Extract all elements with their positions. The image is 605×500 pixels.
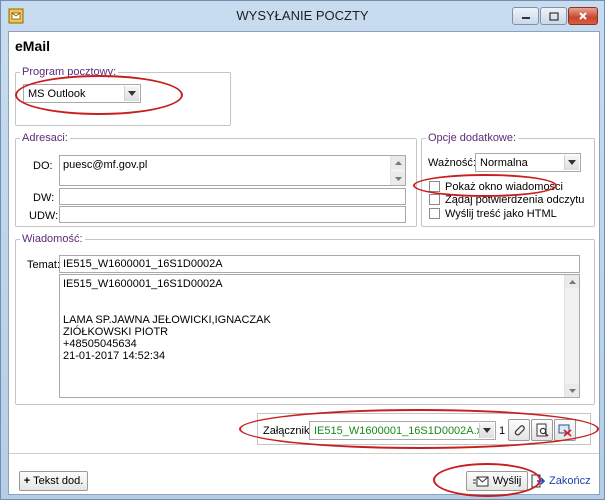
page-title: eMail	[15, 38, 51, 54]
chevron-down-icon	[564, 155, 579, 170]
priority-label: Ważność:	[428, 157, 476, 169]
extra-text-label: Tekst dod.	[33, 475, 84, 487]
attachments-value: IE515_W1600001_16S1D0002A.xml	[314, 425, 494, 437]
send-html-option[interactable]: Wyślij treść jako HTML	[429, 208, 589, 221]
message-legend: Wiadomość:	[22, 233, 83, 245]
attach-file-button[interactable]	[508, 419, 530, 441]
subject-label: Temat:	[27, 259, 61, 271]
to-scrollbar[interactable]	[390, 156, 405, 185]
priority-value: Normalna	[480, 157, 528, 169]
bcc-field[interactable]	[59, 206, 406, 223]
close-icon	[579, 12, 587, 20]
attachments-select[interactable]: IE515_W1600001_16S1D0002A.xml	[309, 421, 496, 440]
attachments-count: 1	[499, 425, 506, 437]
delete-attachment-icon	[558, 424, 572, 437]
close-button[interactable]	[568, 7, 598, 25]
finish-label: Zakończ	[549, 475, 591, 487]
recipients-legend: Adresaci:	[22, 132, 68, 144]
scroll-down-icon[interactable]	[391, 172, 405, 185]
chevron-down-icon	[124, 86, 139, 101]
read-receipt-label: Żądaj potwierdzenia odczytu	[445, 194, 585, 206]
divider	[9, 453, 599, 454]
to-label: DO:	[33, 160, 53, 172]
body-scrollbar[interactable]	[564, 275, 579, 397]
paperclip-icon	[514, 425, 525, 436]
body-line	[63, 290, 271, 302]
show-window-label: Pokaż okno wiadomości	[445, 181, 564, 193]
scroll-down-icon[interactable]	[565, 384, 579, 397]
body-line: ZIÓŁKOWSKI PIOTR	[63, 326, 169, 338]
to-field[interactable]: puesc@mf.gov.pl	[59, 155, 406, 186]
body-line	[63, 302, 271, 314]
title-bar: WYSYŁANIE POCZTY	[1, 1, 604, 31]
read-receipt-option[interactable]: Żądaj potwierdzenia odczytu	[429, 194, 589, 207]
message-body[interactable]: IE515_W1600001_16S1D0002A LAMA SP.JAWNA …	[59, 274, 580, 398]
dialog-body: eMail Program pocztowy: MS Outlook Adres…	[8, 31, 600, 497]
body-line: 21-01-2017 14:52:34	[63, 350, 166, 362]
mail-window: WYSYŁANIE POCZTY eMail Program pocztowy:…	[0, 0, 605, 500]
subject-field[interactable]: IE515_W1600001_16S1D0002A	[59, 255, 580, 273]
send-button[interactable]: Wyślij	[466, 471, 528, 491]
send-mail-icon	[472, 476, 489, 486]
maximize-icon	[548, 11, 559, 21]
show-window-checkbox[interactable]	[429, 181, 440, 192]
plus-icon: +	[23, 475, 31, 487]
mail-program-legend: Program pocztowy:	[22, 66, 117, 78]
remove-attachment-button[interactable]	[554, 419, 576, 441]
attachments-label: Załączniki:	[263, 425, 315, 437]
send-html-label: Wyślij treść jako HTML	[445, 208, 557, 220]
chevron-down-icon	[479, 423, 494, 438]
mail-program-value: MS Outlook	[28, 88, 86, 100]
body-line: +48505045634	[63, 338, 137, 350]
cc-label: DW:	[33, 192, 55, 204]
minimize-icon	[521, 17, 530, 19]
preview-attachment-button[interactable]	[531, 419, 553, 441]
exit-door-icon	[531, 474, 545, 488]
subject-value: IE515_W1600001_16S1D0002A	[63, 258, 223, 270]
show-window-option[interactable]: Pokaż okno wiadomości	[429, 181, 589, 194]
send-html-checkbox[interactable]	[429, 208, 440, 219]
bcc-label: UDW:	[29, 210, 59, 222]
body-line: LAMA SP.JAWNA JEŁOWICKI,IGNACZAK	[63, 314, 271, 326]
to-value: puesc@mf.gov.pl	[63, 159, 148, 171]
finish-button[interactable]: Zakończ	[531, 471, 593, 491]
read-receipt-checkbox[interactable]	[429, 194, 440, 205]
magnifier-document-icon	[536, 423, 549, 437]
body-line: IE515_W1600001_16S1D0002A	[63, 278, 223, 290]
mail-program-select[interactable]: MS Outlook	[23, 84, 141, 103]
scroll-up-icon[interactable]	[565, 275, 579, 288]
priority-select[interactable]: Normalna	[475, 153, 581, 172]
options-legend: Opcje dodatkowe:	[428, 132, 517, 144]
cc-field[interactable]	[59, 188, 406, 205]
maximize-button[interactable]	[540, 7, 567, 25]
extra-text-button[interactable]: + Tekst dod.	[19, 471, 88, 491]
send-label: Wyślij	[492, 475, 522, 487]
minimize-button[interactable]	[512, 7, 539, 25]
message-body-text: IE515_W1600001_16S1D0002A LAMA SP.JAWNA …	[63, 278, 271, 362]
scroll-up-icon[interactable]	[391, 156, 405, 169]
